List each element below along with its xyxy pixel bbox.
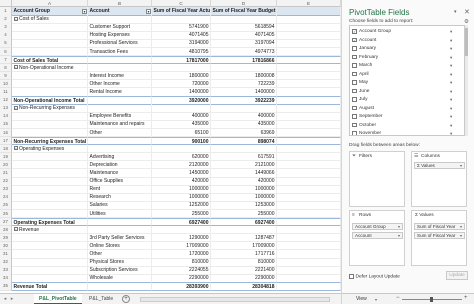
column-header-a[interactable]: A	[12, 0, 88, 7]
column-header-e[interactable]: E	[277, 0, 341, 7]
group-label: Operating Expenses	[19, 145, 65, 152]
field-checkbox[interactable]: ✓	[352, 29, 357, 34]
cell-actual[interactable]: 28393900	[152, 282, 211, 291]
filters-area-label: Filters	[359, 153, 373, 159]
cell-budget[interactable]: 28304818	[211, 282, 277, 291]
pane-options-icon[interactable]: ▾	[454, 9, 457, 15]
tab-scroll-left-icon[interactable]: ◂	[2, 296, 8, 302]
cell-account-group[interactable]: Revenue Total	[12, 282, 88, 291]
field-list: ✓ Account Group ▾ ✓ Account ▾ January ▾ February…	[349, 25, 465, 136]
columns-icon: ☰	[414, 153, 419, 159]
group-label: Cost of Sales	[19, 16, 49, 23]
field-checkbox[interactable]	[352, 122, 357, 127]
pill-label: Σ Values	[417, 163, 435, 168]
rows-icon: ≡	[352, 212, 355, 218]
column-header-c[interactable]: C	[152, 0, 211, 7]
update-button[interactable]: Update	[446, 271, 468, 280]
field-checkbox[interactable]: ✓	[352, 37, 357, 42]
field-checkbox[interactable]	[352, 46, 357, 51]
pill-label: Sum of Fiscal Year	[417, 224, 456, 229]
rows-area[interactable]: ≡ Rows Account Group ▾ Account ▾	[349, 210, 405, 266]
zoom-out-icon[interactable]: −	[396, 295, 400, 301]
tab-pl-table[interactable]: P&L_Table	[84, 294, 118, 304]
pane-subtitle: Choose fields to add to report:	[349, 19, 414, 24]
account-group-filter-button[interactable]: ▾	[82, 8, 87, 14]
values-area-label: Σ Values	[415, 212, 434, 218]
field-checkbox[interactable]	[352, 63, 357, 68]
field-checkbox[interactable]	[352, 54, 357, 59]
cell-account[interactable]	[88, 282, 152, 291]
account-filter-button[interactable]: ▾	[146, 8, 151, 14]
pane-title: PivotTable Fields	[349, 8, 410, 17]
pill-label: Account	[355, 233, 372, 238]
chevron-down-icon[interactable]: ▾	[460, 233, 462, 239]
view-dropdown-icon[interactable]: ▾	[375, 296, 385, 303]
columns-field-values[interactable]: Σ Values ▾	[414, 162, 465, 169]
zoom-slider-thumb[interactable]	[430, 297, 433, 302]
collapse-icon[interactable]: −	[13, 105, 18, 110]
values-field-actual[interactable]: Sum of Fiscal Year ▾	[414, 223, 465, 230]
field-checkbox[interactable]	[352, 97, 357, 102]
rows-area-label: Rows	[359, 212, 371, 218]
columns-area-label: Columns	[421, 153, 440, 159]
collapse-icon[interactable]: −	[13, 227, 18, 232]
field-checkbox[interactable]	[352, 105, 357, 110]
chevron-down-icon[interactable]: ▾	[460, 224, 462, 230]
field-label: November	[359, 131, 382, 136]
defer-layout-update[interactable]: Defer Layout Update	[349, 274, 400, 280]
rows-field-account[interactable]: Account ▾	[352, 232, 403, 239]
chevron-down-icon[interactable]: ▾	[398, 224, 400, 230]
select-all-corner[interactable]	[0, 0, 12, 7]
spreadsheet-grid[interactable]: A B C D E 1 Account Group Account Sum of Fi…	[0, 0, 341, 304]
group-label: Non-Recurring Expenses	[19, 105, 75, 112]
field-checkbox[interactable]	[352, 80, 357, 85]
pill-label: Sum of Fiscal Year	[417, 233, 456, 238]
field-list-scrollbar[interactable]	[465, 25, 468, 136]
drag-fields-label: Drag fields between areas below:	[349, 143, 420, 148]
collapse-icon[interactable]: −	[13, 65, 18, 70]
field-checkbox[interactable]	[352, 88, 357, 93]
chevron-down-icon[interactable]: ▾	[450, 129, 452, 135]
field-item[interactable]: November ▾	[352, 129, 456, 136]
tab-pl-pivottable[interactable]: P&L_PivotTable	[34, 294, 82, 304]
add-sheet-icon[interactable]: +	[122, 295, 130, 303]
zoom-in-icon[interactable]: +	[464, 295, 468, 301]
values-area[interactable]: Σ Values Sum of Fiscal Year ▾ Sum of Fisc…	[411, 210, 467, 266]
column-header-b[interactable]: B	[88, 0, 152, 7]
filters-area[interactable]: ⏷ Filters	[349, 151, 405, 207]
status-bar-right: View ▾ − +	[341, 293, 474, 304]
group-label: Revenue	[19, 226, 40, 233]
columns-area[interactable]: ☰ Columns Σ Values ▾	[411, 151, 467, 207]
sheet-tab-bar: ◂ ▸ P&L_PivotTable P&L_Table +	[0, 293, 341, 304]
group-label: Non-Operational Income	[19, 64, 74, 71]
defer-label: Defer Layout Update	[355, 274, 400, 280]
column-header-d[interactable]: D	[211, 0, 277, 7]
tab-scroll-right-icon[interactable]: ▸	[9, 296, 15, 302]
pill-label: Account Group	[355, 224, 386, 229]
horizontal-scrollbar[interactable]	[140, 297, 330, 302]
scrollbar-thumb[interactable]	[465, 28, 468, 56]
field-checkbox[interactable]	[352, 114, 357, 119]
values-field-budget[interactable]: Sum of Fiscal Year ▾	[414, 232, 465, 239]
defer-checkbox[interactable]	[349, 274, 354, 279]
cell-empty[interactable]	[277, 282, 341, 291]
chevron-down-icon[interactable]: ▾	[460, 163, 462, 169]
rows-field-account-group[interactable]: Account Group ▾	[352, 223, 403, 230]
collapse-icon[interactable]: −	[13, 146, 18, 151]
collapse-icon[interactable]: −	[13, 16, 18, 21]
filter-icon: ⏷	[352, 153, 357, 159]
view-label: View	[356, 296, 367, 302]
field-checkbox[interactable]	[352, 71, 357, 76]
row-number[interactable]: 35	[0, 282, 12, 291]
close-icon[interactable]: ✕	[464, 8, 470, 16]
total-row: 35 Revenue Total 28393900 28304818	[0, 282, 341, 291]
chevron-down-icon[interactable]: ▾	[398, 233, 400, 239]
field-checkbox[interactable]	[352, 131, 357, 135]
pivottable-fields-pane: PivotTable Fields ▾ ✕ Choose fields to a…	[341, 0, 474, 304]
